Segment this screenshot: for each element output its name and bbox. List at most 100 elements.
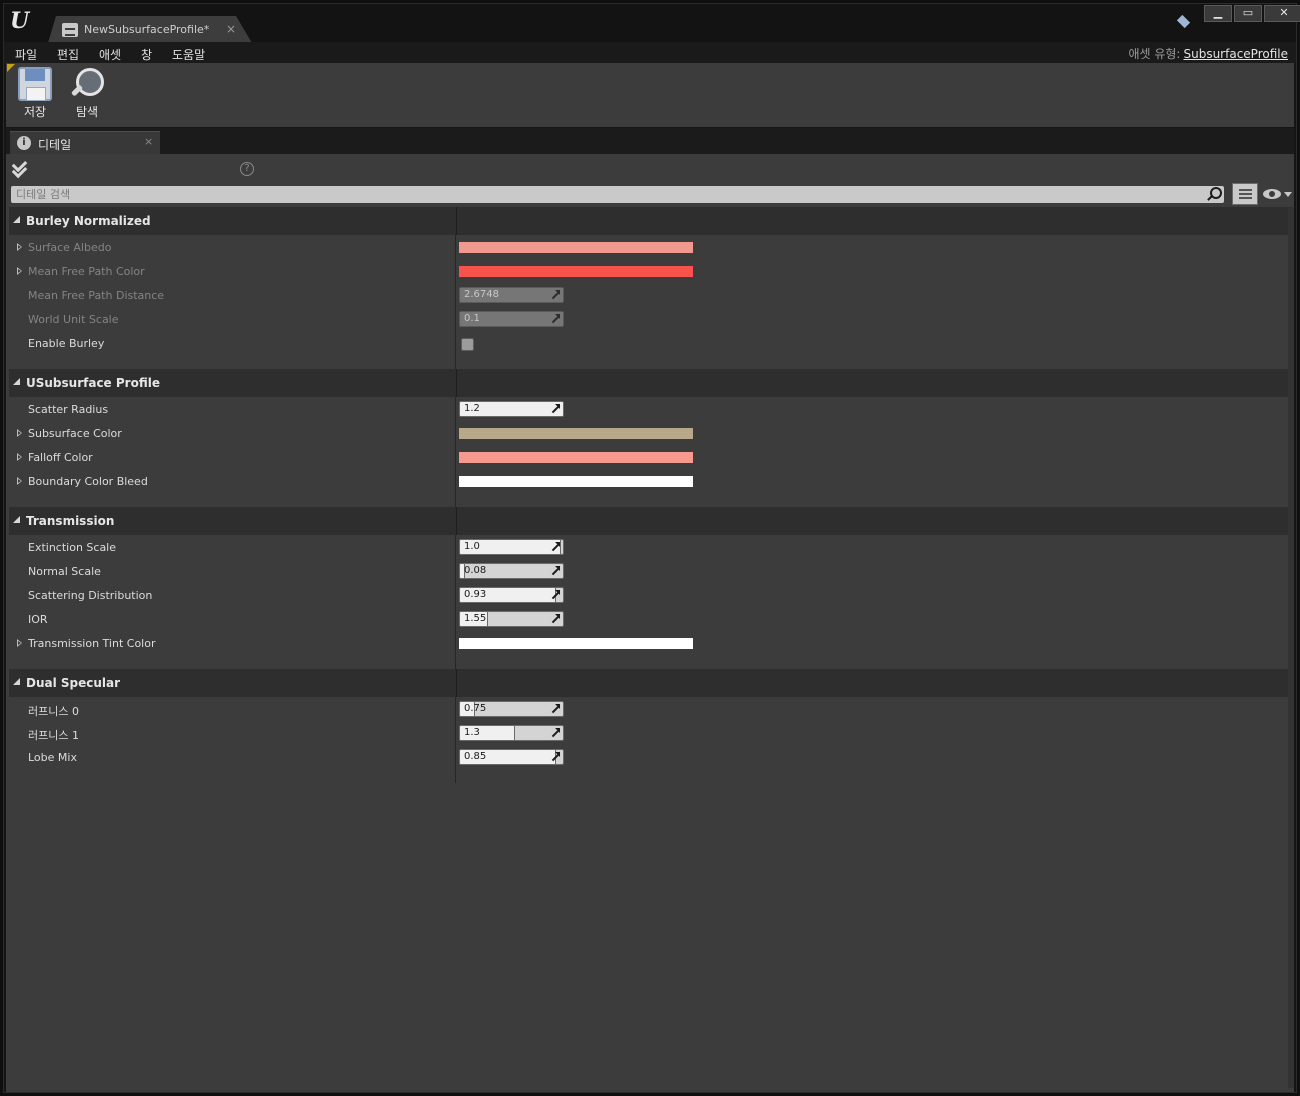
property-label: World Unit Scale — [28, 313, 119, 326]
chevron-down-icon[interactable] — [1284, 192, 1292, 197]
help-icon[interactable]: ? — [240, 162, 254, 176]
numeric-value: 0.75 — [464, 703, 487, 714]
numeric-value: 1.55 — [464, 613, 487, 624]
menu-edit[interactable]: 편집 — [57, 46, 79, 63]
property-label: Transmission Tint Color — [28, 637, 156, 650]
lock-selection-icon[interactable] — [12, 160, 26, 174]
eye-icon[interactable] — [1263, 189, 1281, 199]
numeric-value: 0.85 — [464, 751, 487, 762]
color-swatch-subsurface-color[interactable] — [459, 428, 693, 439]
property-label: IOR — [28, 613, 48, 626]
category-dual-specular[interactable]: Dual Specular — [9, 669, 1293, 697]
save-label: 저장 — [23, 105, 47, 119]
resize-drag-icon[interactable] — [551, 404, 560, 413]
numeric-input-1[interactable]: 1.3 — [459, 725, 564, 741]
document-tab-close-icon[interactable]: × — [226, 22, 236, 36]
panel-tab-strip: i 디테일 × — [6, 128, 1294, 154]
column-splitter[interactable] — [455, 697, 456, 783]
save-icon — [18, 67, 52, 101]
property-label: Lobe Mix — [28, 751, 77, 764]
column-divider — [456, 669, 457, 697]
list-line-icon — [1239, 197, 1252, 199]
source-control-icon[interactable] — [1176, 16, 1192, 30]
search-icon[interactable] — [1206, 187, 1222, 201]
property-label: 러프니스 1 — [28, 729, 79, 742]
numeric-input-lobe-mix[interactable]: 0.85 — [459, 749, 564, 765]
unreal-logo-icon[interactable]: U — [10, 8, 36, 34]
numeric-value: 0.08 — [464, 565, 487, 576]
collapse-arrow-icon[interactable] — [13, 678, 20, 685]
numeric-input-extinction-scale[interactable]: 1.0 — [459, 539, 564, 555]
resize-drag-icon[interactable] — [551, 590, 560, 599]
numeric-value: 0.1 — [464, 313, 480, 324]
expand-arrow-icon[interactable] — [17, 639, 22, 647]
resize-drag-icon[interactable] — [551, 566, 560, 575]
maximize-button[interactable]: ▭ — [1234, 5, 1262, 22]
collapse-arrow-icon[interactable] — [13, 216, 20, 223]
numeric-value: 1.3 — [464, 727, 480, 738]
resize-drag-icon[interactable] — [551, 752, 560, 761]
subsurface-profile-asset-icon — [62, 23, 78, 37]
category-transmission[interactable]: Transmission — [9, 507, 1293, 535]
asset-type-link[interactable]: SubsurfaceProfile — [1183, 47, 1288, 61]
expand-arrow-icon[interactable] — [17, 429, 22, 437]
property-label: Mean Free Path Distance — [28, 289, 165, 302]
column-splitter[interactable] — [455, 535, 456, 669]
details-search-input[interactable] — [11, 186, 1191, 203]
close-window-button[interactable]: ✕ — [1264, 5, 1300, 22]
color-swatch-boundary-color-bleed[interactable] — [459, 476, 693, 487]
property-label: Surface Albedo — [28, 241, 112, 254]
resize-drag-icon[interactable] — [551, 704, 560, 713]
menu-help[interactable]: 도움말 — [172, 46, 205, 63]
color-swatch-mean-free-path-color[interactable] — [459, 266, 693, 277]
menu-file[interactable]: 파일 — [15, 46, 37, 63]
menu-bar: 파일 편집 애셋 창 도움말 애셋 유형: SubsurfaceProfile — [4, 42, 1296, 63]
property-label: Enable Burley — [28, 337, 105, 350]
document-tab[interactable]: NewSubsurfaceProfile* × — [48, 16, 252, 43]
tab-details[interactable]: i 디테일 × — [10, 131, 160, 154]
menu-window[interactable]: 창 — [141, 46, 152, 63]
list-line-icon — [1239, 193, 1252, 195]
column-divider — [456, 369, 457, 397]
color-swatch-falloff-color[interactable] — [459, 452, 693, 463]
magnifier-icon — [70, 67, 104, 101]
numeric-input-scatter-radius[interactable]: 1.2 — [459, 401, 564, 417]
numeric-input-0[interactable]: 0.75 — [459, 701, 564, 717]
resize-drag-icon[interactable] — [551, 728, 560, 737]
color-swatch-surface-albedo[interactable] — [459, 242, 693, 253]
details-tab-close-icon[interactable]: × — [144, 135, 153, 148]
property-label: Falloff Color — [28, 451, 93, 464]
expand-arrow-icon[interactable] — [17, 477, 22, 485]
collapse-arrow-icon[interactable] — [13, 378, 20, 385]
scrollbar[interactable] — [1288, 208, 1294, 1088]
expand-arrow-icon[interactable] — [17, 453, 22, 461]
collapse-arrow-icon[interactable] — [13, 516, 20, 523]
column-splitter[interactable] — [455, 397, 456, 507]
numeric-input-mean-free-path-distance: 2.6748 — [459, 287, 564, 303]
resize-drag-icon[interactable] — [551, 542, 560, 551]
numeric-input-normal-scale[interactable]: 0.08 — [459, 563, 564, 579]
resize-drag-icon[interactable] — [551, 290, 560, 299]
info-icon: i — [17, 136, 31, 150]
column-splitter[interactable] — [455, 235, 456, 369]
toolbar: 저장 탐색 — [6, 63, 1294, 127]
color-swatch-transmission-tint-color[interactable] — [459, 638, 693, 649]
find-label: 탐색 — [75, 105, 99, 119]
category-usubsurface-profile[interactable]: USubsurface Profile — [9, 369, 1293, 397]
category-burley-normalized[interactable]: Burley Normalized — [9, 207, 1293, 235]
asset-type-indicator: 애셋 유형: SubsurfaceProfile — [1128, 45, 1288, 62]
minimize-button[interactable]: ▁ — [1204, 5, 1232, 22]
find-in-browser-button[interactable]: 탐색 — [65, 67, 109, 120]
resize-drag-icon[interactable] — [551, 314, 560, 323]
resize-drag-icon[interactable] — [551, 614, 560, 623]
expand-arrow-icon[interactable] — [17, 243, 22, 251]
numeric-value: 1.2 — [464, 403, 480, 414]
view-options-button[interactable] — [1232, 183, 1258, 205]
checkbox-enable-burley[interactable] — [461, 338, 474, 351]
expand-arrow-icon[interactable] — [17, 267, 22, 275]
window-controls: ▁ ▭ ✕ — [1204, 5, 1300, 22]
save-button[interactable]: 저장 — [13, 67, 57, 120]
menu-asset[interactable]: 애셋 — [99, 46, 121, 63]
numeric-input-ior[interactable]: 1.55 — [459, 611, 564, 627]
numeric-input-scattering-distribution[interactable]: 0.93 — [459, 587, 564, 603]
